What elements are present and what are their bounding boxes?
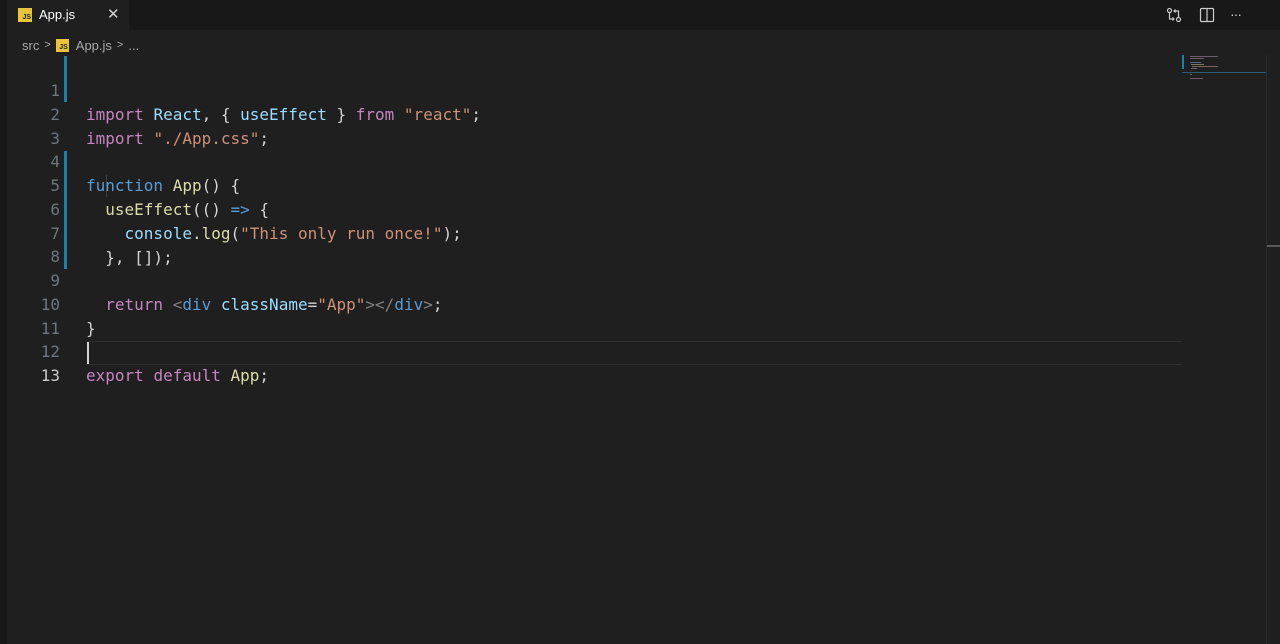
tab-label: App.js <box>39 7 76 22</box>
chevron-right-icon: > <box>44 39 51 51</box>
code-line: 12 export default App; <box>7 316 1182 385</box>
code-line: 11 <box>7 293 1182 338</box>
code-line: 9 return <div className="App"></div>; <box>7 245 1182 314</box>
tab-bar: JS App.js ✕ ··· <box>7 0 1280 30</box>
more-actions-icon[interactable]: ··· <box>1230 6 1248 24</box>
minimap[interactable] <box>1182 55 1266 644</box>
vertical-scrollbar[interactable] <box>1266 55 1280 644</box>
code-line: 3 <box>7 103 1182 148</box>
breadcrumb-folder[interactable]: src <box>22 38 39 53</box>
code-line: 10 } <box>7 269 1182 338</box>
tab-app-js[interactable]: JS App.js ✕ <box>7 0 129 30</box>
code-line: 4 function App() { <box>7 126 1182 195</box>
close-icon[interactable]: ✕ <box>107 5 120 23</box>
breadcrumb: src > JS App.js > ... <box>22 36 139 54</box>
open-changes-icon[interactable] <box>1165 6 1183 24</box>
code-line: 8 <box>7 221 1182 266</box>
code-line: 13 <box>7 340 1182 385</box>
activity-strip <box>0 0 7 644</box>
chevron-right-icon: > <box>116 39 124 51</box>
code-line: 1 import React, { useEffect } from "reac… <box>7 55 1182 124</box>
code-line: 6 console.log("This only run once!"); <box>7 174 1182 243</box>
editor-actions: ··· <box>1160 0 1280 30</box>
code-line: 7 }, []); <box>7 198 1182 267</box>
breadcrumb-file[interactable]: App.js <box>76 38 112 53</box>
split-editor-icon[interactable] <box>1198 6 1216 24</box>
code-line: 2 import "./App.css"; <box>7 79 1182 148</box>
scrollbar-position-marker <box>1267 245 1280 247</box>
code-editor[interactable]: 1 import React, { useEffect } from "reac… <box>7 55 1182 644</box>
js-file-icon: JS <box>55 38 69 52</box>
line-number: 13 <box>40 366 60 385</box>
breadcrumb-more[interactable]: ... <box>128 38 139 53</box>
code-line: 5 useEffect(() => { <box>7 150 1182 219</box>
js-file-icon: JS <box>18 8 32 22</box>
code-text: export default App; <box>86 366 270 385</box>
